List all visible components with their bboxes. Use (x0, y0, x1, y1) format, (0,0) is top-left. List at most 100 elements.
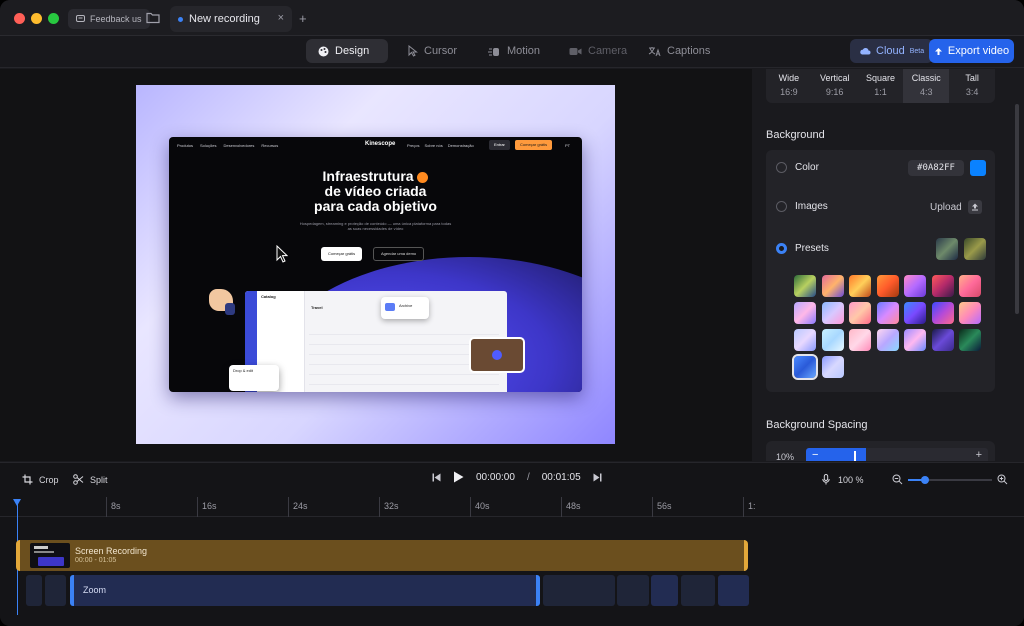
aspect-vertical[interactable]: Vertical 9:16 (812, 69, 858, 103)
preset-swatch[interactable] (792, 354, 818, 380)
design-panel: Wide 16:9 Vertical 9:16 Square 1:1 Classic 4… (752, 69, 1024, 461)
color-hex-input[interactable]: #0A82FF (908, 160, 964, 176)
preset-swatch[interactable] (794, 275, 816, 297)
export-video-button[interactable]: Export video (929, 39, 1014, 63)
screen-recording-clip[interactable]: Screen Recording 00:00 - 01:05 (16, 540, 748, 571)
radio-color[interactable] (776, 162, 787, 173)
preset-preview (936, 238, 958, 260)
spacing-slider-knob[interactable] (854, 451, 856, 461)
export-video-label: Export video (947, 45, 1010, 57)
close-tab-icon[interactable]: × (278, 12, 284, 24)
aspect-tall[interactable]: Tall 3:4 (949, 69, 995, 103)
aspect-wide[interactable]: Wide 16:9 (766, 69, 812, 103)
decrease-spacing-button[interactable]: − (812, 449, 818, 461)
background-presets-option[interactable]: Presets (776, 243, 829, 254)
preset-swatch[interactable] (931, 275, 954, 297)
cloud-button[interactable]: Cloud Beta (850, 39, 934, 63)
volume-control[interactable]: 100 % (822, 474, 864, 485)
zoom-segment-empty[interactable] (45, 575, 66, 606)
recording-preview[interactable]: Produtos Soluções Desenvolvedores Recurs… (169, 137, 582, 392)
panel-scrollbar[interactable] (1015, 104, 1019, 314)
folder-icon[interactable] (146, 11, 160, 25)
preset-swatch[interactable] (959, 302, 981, 324)
increase-spacing-button[interactable]: + (976, 449, 982, 461)
zoom-segment-empty[interactable] (617, 575, 649, 606)
zoom-out-icon[interactable] (892, 474, 903, 485)
preset-preview (964, 238, 986, 260)
zoom-segment-empty[interactable] (718, 575, 749, 606)
preview-nav-link: Preços (407, 143, 420, 148)
preset-swatch[interactable] (876, 275, 899, 297)
close-window-button[interactable] (14, 13, 25, 24)
translate-icon (648, 46, 661, 56)
preset-swatch[interactable] (849, 302, 871, 324)
skip-back-icon[interactable] (432, 473, 441, 482)
tab-captions[interactable]: Captions (636, 39, 722, 63)
aspect-ratio-selector: Wide 16:9 Vertical 9:16 Square 1:1 Classic 4… (766, 69, 995, 103)
ruler-tick: 16s (197, 497, 217, 517)
preset-swatch[interactable] (821, 356, 844, 378)
color-swatch[interactable] (970, 160, 986, 176)
preset-swatch[interactable] (959, 329, 981, 351)
tab-cursor[interactable]: Cursor (396, 39, 469, 63)
zoom-segment-empty[interactable] (681, 575, 715, 606)
spacing-slider[interactable]: − + (806, 448, 988, 461)
split-button[interactable]: Split (73, 474, 108, 485)
zoom-segment-empty[interactable] (651, 575, 678, 606)
radio-images[interactable] (776, 201, 787, 212)
folder-icon (385, 303, 395, 311)
tab-camera[interactable]: Camera (557, 39, 639, 63)
tab-design[interactable]: Design (306, 39, 388, 63)
preset-swatch[interactable] (904, 302, 926, 324)
scissors-icon (73, 474, 84, 485)
zoom-in-icon[interactable] (997, 474, 1008, 485)
app-window: Feedback us New recording × + Design Cur… (0, 0, 1024, 626)
minimize-window-button[interactable] (31, 13, 42, 24)
preview-login-button: Entrar (489, 140, 510, 150)
aspect-name: Classic (911, 73, 941, 83)
background-color-option[interactable]: Color (776, 162, 819, 173)
tab-captions-label: Captions (667, 45, 711, 57)
tab-new-recording[interactable]: New recording × (170, 6, 292, 32)
aspect-name: Tall (965, 73, 979, 83)
preset-swatch[interactable] (931, 329, 954, 351)
add-tab-icon[interactable]: + (299, 11, 307, 26)
mode-toolbar: Design Cursor Motion Camera Captions Clo… (0, 36, 1024, 68)
preview-nav-link: Desenvolvedores (223, 143, 255, 148)
preset-swatch[interactable] (904, 329, 926, 351)
preset-swatch[interactable] (821, 329, 844, 351)
preset-swatch[interactable] (959, 275, 981, 297)
aspect-square[interactable]: Square 1:1 (858, 69, 904, 103)
upload-button[interactable]: Upload (930, 200, 982, 214)
preset-swatch[interactable] (821, 302, 844, 324)
preset-swatch[interactable] (876, 302, 899, 324)
background-frame: Produtos Soluções Desenvolvedores Recurs… (136, 85, 615, 444)
split-label: Split (90, 474, 108, 485)
preset-swatch[interactable] (931, 302, 954, 324)
feedback-label: Feedback us (90, 14, 142, 24)
tab-motion[interactable]: Motion (476, 39, 552, 63)
play-icon[interactable] (453, 471, 464, 483)
preset-swatch[interactable] (849, 275, 871, 297)
radio-presets[interactable] (776, 243, 787, 254)
background-images-option[interactable]: Images (776, 201, 828, 212)
thumb-block (38, 557, 64, 566)
preset-swatch[interactable] (794, 329, 816, 351)
crop-button[interactable]: Crop (22, 474, 59, 485)
aspect-classic[interactable]: Classic 4:3 (903, 69, 950, 103)
preset-swatch[interactable] (794, 302, 816, 324)
tab-camera-label: Camera (588, 45, 628, 57)
preset-swatch[interactable] (849, 329, 871, 351)
ruler-tick: 40s (470, 497, 490, 517)
zoom-segment-empty[interactable] (26, 575, 42, 606)
preset-swatch[interactable] (876, 329, 899, 351)
zoom-slider-knob[interactable] (921, 476, 929, 484)
zoom-segment[interactable]: Zoom (70, 575, 540, 606)
zoom-segment-empty[interactable] (543, 575, 615, 606)
preset-swatch[interactable] (821, 275, 844, 297)
feedback-button[interactable]: Feedback us (68, 9, 150, 29)
timeline-ruler[interactable]: 8s 16s 24s 32s 40s 48s 56s 1: (0, 497, 1024, 517)
skip-forward-icon[interactable] (593, 473, 602, 482)
preset-swatch[interactable] (904, 275, 926, 297)
zoom-window-button[interactable] (48, 13, 59, 24)
